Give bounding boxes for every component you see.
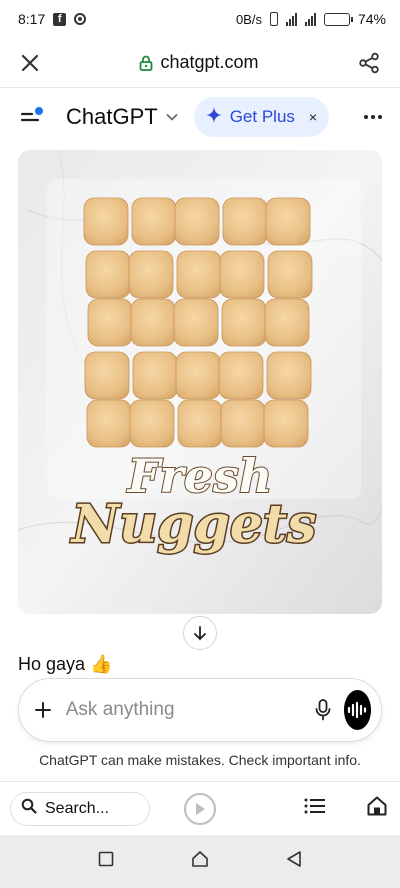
notification-icon: [74, 13, 87, 25]
mic-icon[interactable]: [311, 692, 336, 728]
arrow-down-icon: [194, 626, 206, 641]
get-plus-button[interactable]: Get Plus ×: [193, 97, 330, 137]
url-bar: chatgpt.com: [0, 38, 400, 88]
url-display[interactable]: chatgpt.com: [139, 52, 259, 73]
signal-icon: [285, 12, 297, 26]
home-nav-icon[interactable]: [191, 850, 209, 873]
vibrate-icon: [269, 12, 278, 26]
app-title[interactable]: ChatGPT: [66, 104, 158, 130]
url-domain: chatgpt.com: [160, 52, 259, 72]
nugget: [220, 399, 266, 448]
recents-icon[interactable]: [98, 851, 114, 872]
status-bar: 8:17 f 0B/s 74%: [0, 0, 400, 38]
play-icon[interactable]: [184, 792, 216, 825]
signal-icon-2: [304, 12, 316, 26]
nugget: [131, 197, 177, 246]
nugget: [177, 399, 223, 448]
disclaimer: ChatGPT can make mistakes. Check importa…: [39, 752, 361, 768]
get-plus-label: Get Plus: [229, 107, 295, 126]
home-icon[interactable]: [366, 795, 388, 822]
nugget: [132, 351, 178, 400]
system-nav-bar: [0, 835, 400, 888]
nugget: [176, 250, 222, 299]
plus-icon[interactable]: [31, 692, 56, 728]
status-time: 8:17: [18, 11, 46, 27]
nugget: [83, 197, 129, 246]
nugget: [264, 298, 310, 347]
nugget: [221, 298, 267, 347]
list-icon[interactable]: [304, 798, 326, 819]
battery-percent: 74%: [357, 11, 386, 27]
nugget: [86, 399, 132, 448]
nugget: [130, 298, 176, 347]
nugget-grid: [83, 197, 313, 448]
nugget: [175, 351, 221, 400]
nugget: [129, 399, 175, 448]
message-input[interactable]: [65, 699, 311, 721]
nugget: [267, 250, 313, 299]
more-icon[interactable]: [364, 115, 382, 119]
close-icon[interactable]: [20, 53, 40, 73]
dismiss-get-plus-icon[interactable]: ×: [309, 109, 317, 125]
nugget: [265, 197, 311, 246]
image-text-line2: Nuggets: [70, 494, 316, 555]
user-message: Ho gaya 👍: [18, 654, 113, 674]
back-icon[interactable]: [286, 850, 302, 873]
chat-header: ChatGPT Get Plus ×: [0, 88, 400, 146]
nugget: [85, 250, 131, 299]
share-icon[interactable]: [358, 52, 380, 74]
nugget: [219, 250, 265, 299]
composer: [18, 678, 382, 742]
battery-icon: [323, 12, 353, 26]
menu-icon[interactable]: [18, 104, 44, 130]
scroll-down-button[interactable]: [183, 616, 217, 650]
facebook-icon: f: [53, 12, 67, 26]
sparkle-icon: [205, 106, 222, 128]
voice-icon[interactable]: [343, 690, 371, 730]
nugget: [84, 351, 130, 400]
nugget: [128, 250, 174, 299]
nugget: [87, 298, 133, 347]
shared-image[interactable]: Fresh Nuggets: [18, 150, 382, 614]
net-speed: 0B/s: [235, 11, 262, 27]
nugget: [218, 351, 264, 400]
nugget: [266, 351, 312, 400]
chevron-down-icon[interactable]: [166, 108, 178, 126]
nugget: [222, 197, 268, 246]
nugget: [173, 298, 219, 347]
lock-icon: [139, 55, 153, 71]
browser-bottom-bar: Search...: [0, 781, 400, 835]
browser-search-button[interactable]: Search...: [10, 791, 150, 826]
nugget: [174, 197, 220, 246]
search-icon: [21, 798, 37, 819]
search-label: Search...: [45, 799, 110, 817]
nugget: [263, 399, 309, 448]
